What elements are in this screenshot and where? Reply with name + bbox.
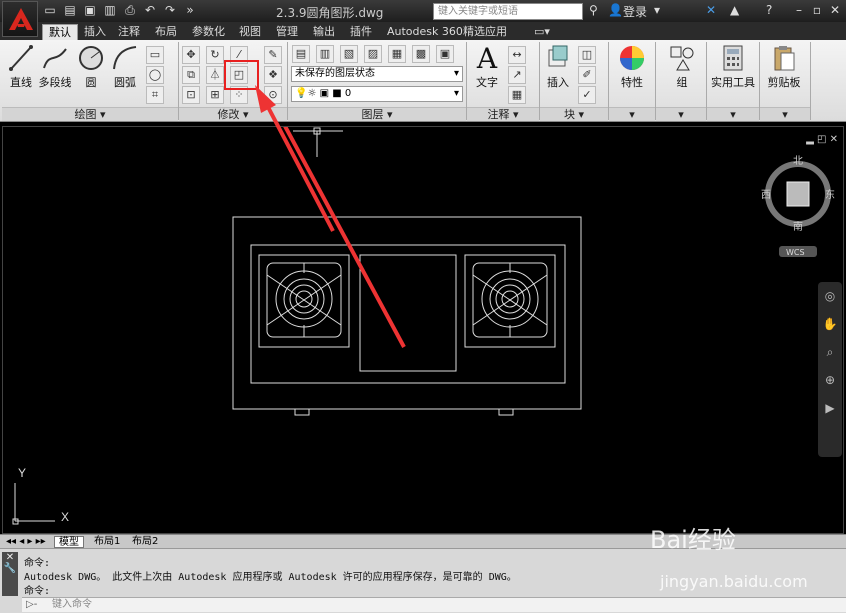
baidu-watermark-logo: Bai经验 xyxy=(650,526,736,554)
baidu-watermark-url: jingyan.baidu.com xyxy=(660,572,808,591)
command-prompt-icon: ▷- xyxy=(26,599,38,610)
application-menu-button[interactable] xyxy=(2,1,38,37)
compass-east: 东 xyxy=(825,188,835,201)
viewport-controls[interactable]: ▂ ◰ ✕ xyxy=(806,134,838,145)
command-input[interactable]: ▷- 键入命令 xyxy=(22,597,846,612)
tab-scroll-icon[interactable]: ◂◂ ◂ ▸ ▸▸ xyxy=(2,536,50,548)
ucs-icon xyxy=(12,483,55,525)
ucs-y-label: Y xyxy=(18,466,26,480)
ucs-x-label: X xyxy=(61,510,69,524)
tab-layout1[interactable]: 布局1 xyxy=(90,536,124,548)
navigation-bar[interactable]: ◎ ✋ ⌕ ⊕ ▶ xyxy=(818,282,842,457)
tab-layout2[interactable]: 布局2 xyxy=(128,536,162,548)
autocad-logo-icon xyxy=(9,8,33,30)
command-window-handle[interactable]: ✕ 🔧 xyxy=(2,552,18,596)
compass-west: 西 xyxy=(761,190,771,201)
compass-north: 北 xyxy=(793,155,803,167)
viewcube[interactable]: 北 南 东 西 WCS xyxy=(760,154,836,262)
arrow-head-icon xyxy=(255,85,335,232)
tab-model[interactable]: 模型 xyxy=(54,536,84,548)
drawing-area[interactable]: Y X xyxy=(2,85,844,534)
command-history-line: Autodesk DWG。 此文件上次由 Autodesk 应用程序或 Auto… xyxy=(24,572,517,583)
command-history-line: 命令: xyxy=(24,586,51,597)
command-history-line: 命令: xyxy=(24,558,51,569)
wcs-label: WCS xyxy=(786,248,805,257)
compass-south: 南 xyxy=(793,220,803,233)
